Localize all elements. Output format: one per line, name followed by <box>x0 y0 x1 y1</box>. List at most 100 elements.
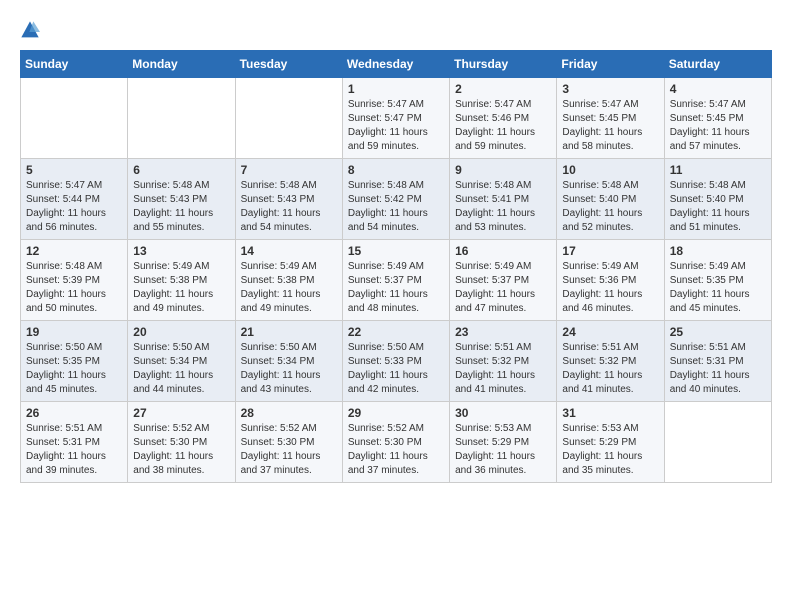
day-number: 26 <box>26 406 122 420</box>
day-info: Sunrise: 5:48 AM Sunset: 5:43 PM Dayligh… <box>133 179 229 235</box>
day-number: 28 <box>241 406 337 420</box>
day-info: Sunrise: 5:52 AM Sunset: 5:30 PM Dayligh… <box>133 422 229 478</box>
weekday-header-cell: Wednesday <box>342 51 449 78</box>
calendar-day-cell: 2 Sunrise: 5:47 AM Sunset: 5:46 PM Daylig… <box>450 78 557 159</box>
calendar-day-cell: 27 Sunrise: 5:52 AM Sunset: 5:30 PM Dayli… <box>128 402 235 483</box>
day-info: Sunrise: 5:48 AM Sunset: 5:40 PM Dayligh… <box>562 179 658 235</box>
day-info: Sunrise: 5:48 AM Sunset: 5:40 PM Dayligh… <box>670 179 766 235</box>
weekday-header-row: SundayMondayTuesdayWednesdayThursdayFrid… <box>21 51 772 78</box>
day-number: 12 <box>26 244 122 258</box>
calendar-day-cell: 16 Sunrise: 5:49 AM Sunset: 5:37 PM Dayli… <box>450 240 557 321</box>
calendar-week-row: 26 Sunrise: 5:51 AM Sunset: 5:31 PM Dayli… <box>21 402 772 483</box>
day-number: 4 <box>670 82 766 96</box>
calendar-day-cell <box>128 78 235 159</box>
calendar-day-cell: 20 Sunrise: 5:50 AM Sunset: 5:34 PM Dayli… <box>128 321 235 402</box>
day-info: Sunrise: 5:51 AM Sunset: 5:32 PM Dayligh… <box>562 341 658 397</box>
day-info: Sunrise: 5:52 AM Sunset: 5:30 PM Dayligh… <box>241 422 337 478</box>
day-info: Sunrise: 5:49 AM Sunset: 5:38 PM Dayligh… <box>133 260 229 316</box>
day-number: 15 <box>348 244 444 258</box>
day-number: 16 <box>455 244 551 258</box>
calendar-day-cell: 14 Sunrise: 5:49 AM Sunset: 5:38 PM Dayli… <box>235 240 342 321</box>
calendar-day-cell <box>21 78 128 159</box>
day-info: Sunrise: 5:49 AM Sunset: 5:38 PM Dayligh… <box>241 260 337 316</box>
calendar-day-cell: 12 Sunrise: 5:48 AM Sunset: 5:39 PM Dayli… <box>21 240 128 321</box>
day-info: Sunrise: 5:48 AM Sunset: 5:42 PM Dayligh… <box>348 179 444 235</box>
day-info: Sunrise: 5:50 AM Sunset: 5:34 PM Dayligh… <box>133 341 229 397</box>
calendar-day-cell: 21 Sunrise: 5:50 AM Sunset: 5:34 PM Dayli… <box>235 321 342 402</box>
day-info: Sunrise: 5:47 AM Sunset: 5:44 PM Dayligh… <box>26 179 122 235</box>
calendar-day-cell: 7 Sunrise: 5:48 AM Sunset: 5:43 PM Daylig… <box>235 159 342 240</box>
day-number: 2 <box>455 82 551 96</box>
day-info: Sunrise: 5:53 AM Sunset: 5:29 PM Dayligh… <box>455 422 551 478</box>
day-info: Sunrise: 5:47 AM Sunset: 5:47 PM Dayligh… <box>348 98 444 154</box>
day-info: Sunrise: 5:47 AM Sunset: 5:45 PM Dayligh… <box>670 98 766 154</box>
calendar-day-cell: 30 Sunrise: 5:53 AM Sunset: 5:29 PM Dayli… <box>450 402 557 483</box>
calendar-day-cell: 13 Sunrise: 5:49 AM Sunset: 5:38 PM Dayli… <box>128 240 235 321</box>
calendar-day-cell: 3 Sunrise: 5:47 AM Sunset: 5:45 PM Daylig… <box>557 78 664 159</box>
logo-icon <box>20 20 40 40</box>
calendar-week-row: 19Sunrise: 5:50 AM Sunset: 5:35 PM Dayli… <box>21 321 772 402</box>
day-number: 6 <box>133 163 229 177</box>
day-number: 30 <box>455 406 551 420</box>
calendar-day-cell <box>664 402 771 483</box>
day-info: Sunrise: 5:49 AM Sunset: 5:35 PM Dayligh… <box>670 260 766 316</box>
day-info: Sunrise: 5:49 AM Sunset: 5:36 PM Dayligh… <box>562 260 658 316</box>
day-info: Sunrise: 5:47 AM Sunset: 5:46 PM Dayligh… <box>455 98 551 154</box>
calendar-day-cell: 18Sunrise: 5:49 AM Sunset: 5:35 PM Dayli… <box>664 240 771 321</box>
weekday-header-cell: Friday <box>557 51 664 78</box>
day-number: 22 <box>348 325 444 339</box>
calendar-day-cell: 10 Sunrise: 5:48 AM Sunset: 5:40 PM Dayli… <box>557 159 664 240</box>
calendar-day-cell: 29 Sunrise: 5:52 AM Sunset: 5:30 PM Dayli… <box>342 402 449 483</box>
day-number: 27 <box>133 406 229 420</box>
day-number: 3 <box>562 82 658 96</box>
calendar-day-cell: 11 Sunrise: 5:48 AM Sunset: 5:40 PM Dayli… <box>664 159 771 240</box>
calendar-day-cell: 22 Sunrise: 5:50 AM Sunset: 5:33 PM Dayli… <box>342 321 449 402</box>
day-info: Sunrise: 5:48 AM Sunset: 5:43 PM Dayligh… <box>241 179 337 235</box>
day-number: 29 <box>348 406 444 420</box>
weekday-header-cell: Sunday <box>21 51 128 78</box>
calendar-day-cell: 5Sunrise: 5:47 AM Sunset: 5:44 PM Daylig… <box>21 159 128 240</box>
calendar-day-cell: 26 Sunrise: 5:51 AM Sunset: 5:31 PM Dayli… <box>21 402 128 483</box>
calendar-day-cell: 15 Sunrise: 5:49 AM Sunset: 5:37 PM Dayli… <box>342 240 449 321</box>
day-number: 17 <box>562 244 658 258</box>
day-info: Sunrise: 5:47 AM Sunset: 5:45 PM Dayligh… <box>562 98 658 154</box>
day-number: 7 <box>241 163 337 177</box>
day-number: 25 <box>670 325 766 339</box>
calendar-day-cell: 19Sunrise: 5:50 AM Sunset: 5:35 PM Dayli… <box>21 321 128 402</box>
calendar-day-cell: 31Sunrise: 5:53 AM Sunset: 5:29 PM Dayli… <box>557 402 664 483</box>
weekday-header-cell: Thursday <box>450 51 557 78</box>
day-number: 20 <box>133 325 229 339</box>
day-info: Sunrise: 5:53 AM Sunset: 5:29 PM Dayligh… <box>562 422 658 478</box>
day-number: 1 <box>348 82 444 96</box>
day-info: Sunrise: 5:51 AM Sunset: 5:32 PM Dayligh… <box>455 341 551 397</box>
calendar-body: 1 Sunrise: 5:47 AM Sunset: 5:47 PM Daylig… <box>21 78 772 483</box>
day-info: Sunrise: 5:49 AM Sunset: 5:37 PM Dayligh… <box>455 260 551 316</box>
day-info: Sunrise: 5:48 AM Sunset: 5:39 PM Dayligh… <box>26 260 122 316</box>
day-info: Sunrise: 5:51 AM Sunset: 5:31 PM Dayligh… <box>670 341 766 397</box>
day-info: Sunrise: 5:49 AM Sunset: 5:37 PM Dayligh… <box>348 260 444 316</box>
day-info: Sunrise: 5:50 AM Sunset: 5:34 PM Dayligh… <box>241 341 337 397</box>
calendar-day-cell: 6 Sunrise: 5:48 AM Sunset: 5:43 PM Daylig… <box>128 159 235 240</box>
weekday-header-cell: Tuesday <box>235 51 342 78</box>
day-info: Sunrise: 5:50 AM Sunset: 5:33 PM Dayligh… <box>348 341 444 397</box>
day-number: 13 <box>133 244 229 258</box>
day-number: 14 <box>241 244 337 258</box>
calendar-week-row: 12 Sunrise: 5:48 AM Sunset: 5:39 PM Dayli… <box>21 240 772 321</box>
weekday-header-cell: Saturday <box>664 51 771 78</box>
calendar-day-cell: 8Sunrise: 5:48 AM Sunset: 5:42 PM Daylig… <box>342 159 449 240</box>
day-number: 10 <box>562 163 658 177</box>
calendar-week-row: 1 Sunrise: 5:47 AM Sunset: 5:47 PM Daylig… <box>21 78 772 159</box>
header <box>20 20 772 40</box>
calendar-day-cell: 9Sunrise: 5:48 AM Sunset: 5:41 PM Daylig… <box>450 159 557 240</box>
day-info: Sunrise: 5:48 AM Sunset: 5:41 PM Dayligh… <box>455 179 551 235</box>
day-info: Sunrise: 5:52 AM Sunset: 5:30 PM Dayligh… <box>348 422 444 478</box>
day-number: 11 <box>670 163 766 177</box>
weekday-header-cell: Monday <box>128 51 235 78</box>
calendar-day-cell: 17 Sunrise: 5:49 AM Sunset: 5:36 PM Dayli… <box>557 240 664 321</box>
calendar-table: SundayMondayTuesdayWednesdayThursdayFrid… <box>20 50 772 483</box>
day-number: 24 <box>562 325 658 339</box>
day-number: 21 <box>241 325 337 339</box>
calendar-day-cell <box>235 78 342 159</box>
day-info: Sunrise: 5:50 AM Sunset: 5:35 PM Dayligh… <box>26 341 122 397</box>
day-info: Sunrise: 5:51 AM Sunset: 5:31 PM Dayligh… <box>26 422 122 478</box>
